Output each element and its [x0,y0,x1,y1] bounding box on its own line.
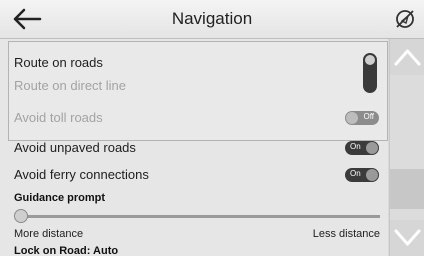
route-on-direct-line-option[interactable]: Route on direct line [14,78,126,93]
slider-min-label: More distance [14,228,84,240]
toggle-knob [346,112,358,124]
toggle-knob [366,169,378,181]
guidance-slider-handle[interactable] [14,209,28,223]
avoid-unpaved-roads-toggle[interactable]: On [345,141,379,155]
avoid-unpaved-roads-label: Avoid unpaved roads [14,140,136,155]
lock-on-road-label[interactable]: Lock on Road: Auto [14,245,118,256]
header-bar: Navigation [0,0,424,39]
avoid-ferry-connections-label: Avoid ferry connections [14,167,149,182]
route-mode-switch[interactable] [363,53,377,93]
avoid-ferry-connections-toggle[interactable]: On [345,168,379,182]
scroll-down-button[interactable] [390,220,424,256]
settings-content: Route on roads Route on direct line Avoi… [0,39,388,256]
toggle-knob [366,142,378,154]
toggle-state: Off [363,112,374,121]
guidance-prompt-heading: Guidance prompt [14,192,106,204]
scrollbar[interactable] [389,39,424,256]
toggle-state: On [350,169,361,178]
avoid-toll-roads-toggle[interactable]: Off [345,111,379,125]
toggle-state: On [350,142,361,151]
scrollbar-thumb[interactable] [390,169,424,209]
route-on-roads-option[interactable]: Route on roads [14,55,103,70]
scroll-up-button[interactable] [390,39,424,75]
guidance-slider-track[interactable] [18,215,380,218]
location-off-icon[interactable] [394,8,416,30]
avoid-toll-roads-label: Avoid toll roads [14,110,103,125]
page-title: Navigation [171,9,253,28]
slider-max-label: Less distance [312,228,380,240]
